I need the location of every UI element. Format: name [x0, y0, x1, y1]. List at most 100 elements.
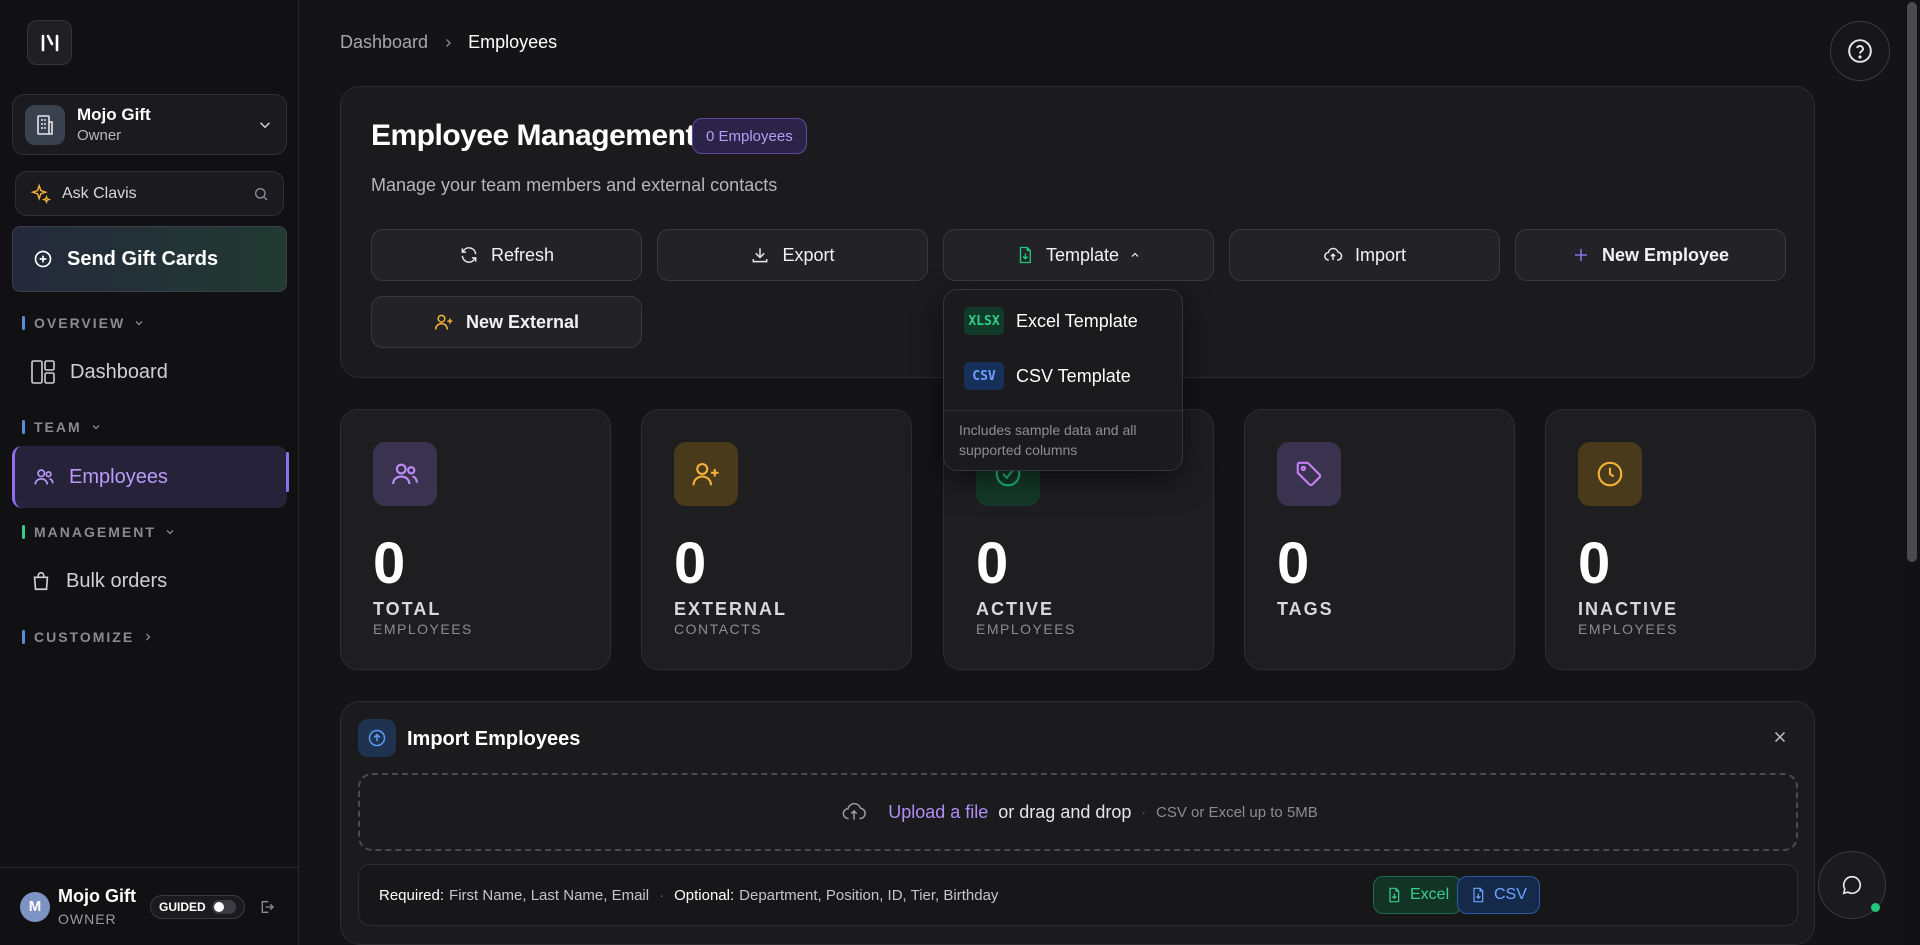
help-button[interactable] — [1830, 21, 1890, 81]
users-icon — [34, 469, 54, 485]
section-team[interactable]: TEAM — [22, 419, 102, 435]
stat-value: 0 — [1578, 531, 1611, 596]
sidebar-item-bulk-orders[interactable]: Bulk orders — [12, 550, 287, 612]
close-icon[interactable] — [1771, 728, 1789, 746]
active-indicator — [286, 452, 289, 492]
import-employees-panel: Import Employees Upload a file or drag a… — [340, 701, 1815, 945]
stat-value: 0 — [976, 531, 1009, 596]
section-overview[interactable]: OVERVIEW — [22, 315, 145, 331]
stat-sublabel: EMPLOYEES — [976, 621, 1076, 637]
stat-label: ACTIVE — [976, 599, 1055, 619]
export-label: Export — [782, 244, 835, 265]
chevron-up-icon — [1131, 252, 1139, 257]
app-logo[interactable] — [27, 20, 72, 65]
scrollbar-thumb[interactable] — [1907, 2, 1917, 562]
breadcrumb: Dashboard Employees — [340, 32, 557, 53]
chevron-down-icon — [135, 321, 143, 326]
stat-tags: 0 TAGS — [1244, 409, 1515, 670]
stat-inactive-employees: 0 INACTIVE EMPLOYEES — [1545, 409, 1816, 670]
chat-bubble-icon — [1842, 875, 1862, 895]
csv-tag: CSV — [964, 362, 1004, 390]
stat-sublabel: CONTACTS — [674, 621, 762, 637]
csv-template-item[interactable]: CSV CSV Template — [964, 362, 1131, 390]
section-management[interactable]: MANAGEMENT — [22, 524, 176, 540]
chevron-down-icon — [259, 121, 271, 128]
csv-chip-label: CSV — [1494, 886, 1527, 903]
org-switcher[interactable]: Mojo Gift Owner — [12, 94, 287, 155]
sidebar-item-employees[interactable]: Employees — [12, 446, 287, 508]
xlsx-tag: XLSX — [964, 307, 1004, 335]
toggle-switch[interactable] — [211, 899, 236, 914]
section-customize-label: CUSTOMIZE — [34, 629, 135, 645]
sidebar-item-employees-label: Employees — [69, 465, 168, 488]
file-type-hint: CSV or Excel up to 5MB — [1156, 803, 1318, 821]
required-label: Required: — [379, 886, 445, 904]
export-button[interactable]: Export — [657, 229, 928, 281]
import-title: Import Employees — [407, 728, 581, 750]
csv-template-label: CSV Template — [1016, 365, 1131, 386]
org-name: Mojo Gift — [77, 105, 151, 124]
new-employee-button[interactable]: New Employee — [1515, 229, 1786, 281]
logout-icon[interactable] — [259, 899, 275, 915]
separator-dot: · — [1141, 804, 1147, 820]
excel-template-label: Excel Template — [1016, 310, 1138, 331]
section-marker — [22, 525, 25, 539]
section-marker — [22, 630, 25, 644]
upload-circle-icon — [358, 719, 396, 757]
download-excel-template-button[interactable]: Excel — [1373, 876, 1463, 914]
send-gift-cards-label: Send Gift Cards — [67, 247, 219, 270]
sidebar: Mojo Gift Owner Ask Clavis Send Gift Car… — [0, 0, 299, 945]
new-external-button[interactable]: New External — [371, 296, 642, 348]
download-icon — [753, 248, 768, 263]
sidebar-item-dashboard-label: Dashboard — [70, 360, 168, 383]
excel-template-item[interactable]: XLSX Excel Template — [964, 307, 1138, 335]
cloud-upload-icon — [842, 802, 867, 820]
optional-fields: Department, Position, ID, Tier, Birthday — [739, 886, 999, 904]
search-icon — [254, 187, 268, 200]
stat-total-employees: 0 TOTAL EMPLOYEES — [340, 409, 611, 670]
users-icon — [373, 442, 437, 506]
logo-mark-icon — [41, 34, 58, 51]
user-role: OWNER — [58, 911, 117, 927]
sidebar-item-dashboard[interactable]: Dashboard — [12, 341, 287, 403]
section-customize[interactable]: CUSTOMIZE — [22, 629, 154, 645]
user-name: Mojo Gift — [58, 886, 136, 906]
stat-value: 0 — [1277, 531, 1310, 596]
section-team-label: TEAM — [34, 419, 82, 435]
section-management-label: MANAGEMENT — [34, 524, 156, 540]
avatar[interactable]: M — [20, 891, 50, 922]
guided-label: GUIDED — [158, 899, 206, 914]
new-external-label: New External — [465, 311, 580, 332]
separator-dot: · — [659, 886, 665, 904]
clock-icon — [1578, 442, 1642, 506]
upload-file-link[interactable]: Upload a file — [888, 802, 988, 823]
divider — [944, 410, 1182, 411]
refresh-label: Refresh — [490, 244, 555, 265]
new-employee-label: New Employee — [1601, 244, 1730, 265]
import-button[interactable]: Import — [1229, 229, 1500, 281]
send-gift-cards-button[interactable]: Send Gift Cards — [12, 226, 287, 292]
file-dropzone[interactable]: Upload a file or drag and drop · CSV or … — [358, 773, 1798, 851]
stat-label: TOTAL — [373, 599, 442, 619]
employee-count-badge: 0 Employees — [692, 118, 807, 154]
sidebar-item-bulk-orders-label: Bulk orders — [66, 569, 168, 592]
refresh-button[interactable]: Refresh — [371, 229, 642, 281]
plus-icon — [1574, 249, 1587, 261]
template-dropdown: XLSX Excel Template CSV CSV Template Inc… — [943, 289, 1183, 471]
guided-toggle[interactable]: GUIDED — [149, 894, 245, 919]
template-button[interactable]: Template — [943, 229, 1214, 281]
dashboard-icon — [31, 360, 55, 384]
shopping-bag-icon — [33, 571, 49, 591]
drag-drop-text: or drag and drop — [998, 801, 1132, 822]
page-subtitle: Manage your team members and external co… — [371, 175, 778, 195]
breadcrumb-current: Employees — [468, 32, 558, 52]
download-csv-template-button[interactable]: CSV — [1457, 876, 1540, 914]
stat-label: EXTERNAL — [674, 599, 788, 619]
tag-icon — [1277, 442, 1341, 506]
ask-clavis-label: Ask Clavis — [62, 184, 137, 202]
ask-clavis-input[interactable]: Ask Clavis — [15, 171, 284, 216]
breadcrumb-dashboard[interactable]: Dashboard — [340, 32, 428, 53]
building-icon — [25, 104, 65, 145]
chevron-down-icon — [166, 530, 174, 535]
chevron-down-icon — [92, 425, 100, 430]
